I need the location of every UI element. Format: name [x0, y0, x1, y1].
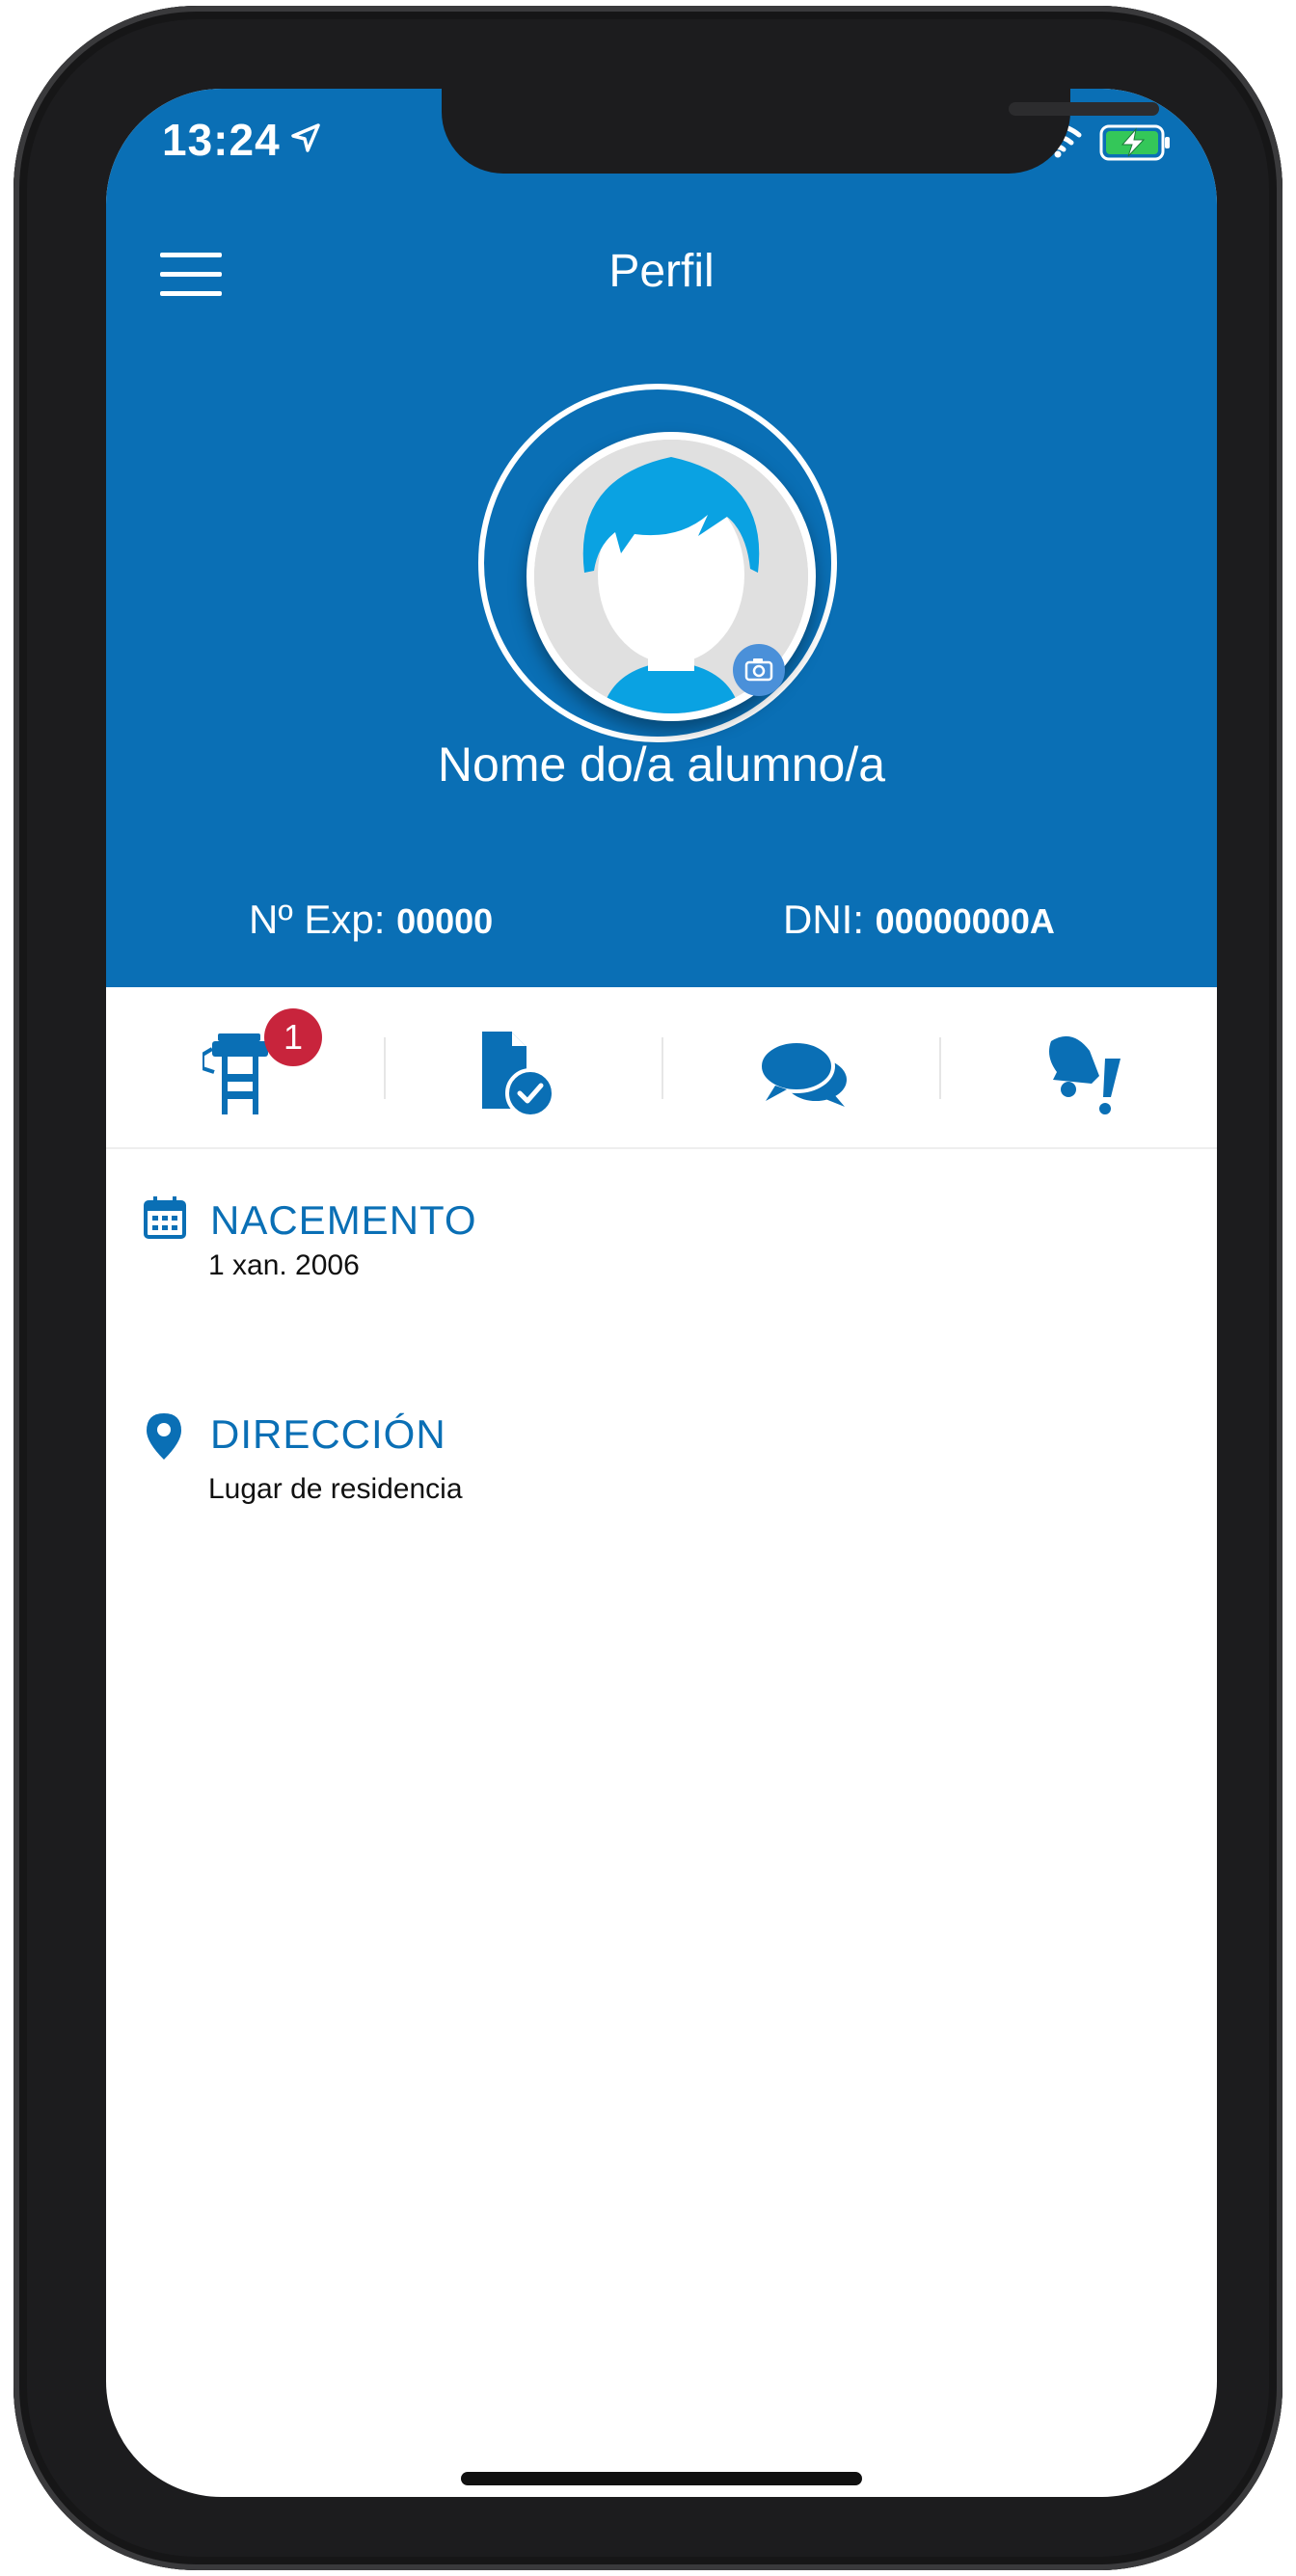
- section-tabs: 1: [106, 987, 1217, 1149]
- calendar-icon: [144, 1196, 186, 1239]
- location-pin-icon: [147, 1413, 181, 1460]
- document-check-icon: [482, 1032, 555, 1116]
- bell-alert-icon: [1049, 1035, 1120, 1114]
- tab-school[interactable]: 1: [106, 987, 384, 1147]
- device-notch: [442, 89, 1159, 174]
- address-label: DIRECCIÓN: [210, 1411, 446, 1457]
- home-indicator[interactable]: [461, 2472, 862, 2485]
- phone-frame: 13:24 Perfil Nome do/a alumno/a Nº Exp: …: [14, 6, 1282, 2570]
- battery-charging-icon: [1099, 124, 1170, 161]
- tab-messages[interactable]: [663, 987, 941, 1147]
- tab-alerts[interactable]: [941, 987, 1217, 1147]
- tab-documents[interactable]: [386, 987, 663, 1147]
- screen: 13:24 Perfil Nome do/a alumno/a Nº Exp: …: [106, 89, 1217, 2497]
- camera-icon[interactable]: [733, 644, 785, 696]
- chat-bubbles-icon: [758, 1039, 847, 1107]
- notification-badge: 1: [264, 1008, 322, 1066]
- exp-value: 00000: [396, 901, 494, 941]
- birth-label: NACEMENTO: [210, 1197, 477, 1243]
- speaker-grille: [1009, 102, 1159, 116]
- exp-number: Nº Exp: 00000: [249, 897, 493, 943]
- dni-label: DNI:: [783, 897, 864, 942]
- exp-label: Nº Exp:: [249, 897, 386, 942]
- location-arrow-icon: [291, 123, 320, 152]
- address-value: Lugar de residencia: [208, 1473, 463, 1505]
- birth-value: 1 xan. 2006: [208, 1249, 360, 1281]
- dni-number: DNI: 00000000A: [783, 897, 1055, 943]
- student-name: Nome do/a alumno/a: [437, 738, 886, 792]
- status-time: 13:24: [162, 115, 281, 165]
- page-title: Perfil: [608, 246, 715, 297]
- profile-header: 13:24 Perfil Nome do/a alumno/a Nº Exp: …: [106, 89, 1217, 987]
- dni-value: 00000000A: [875, 901, 1055, 941]
